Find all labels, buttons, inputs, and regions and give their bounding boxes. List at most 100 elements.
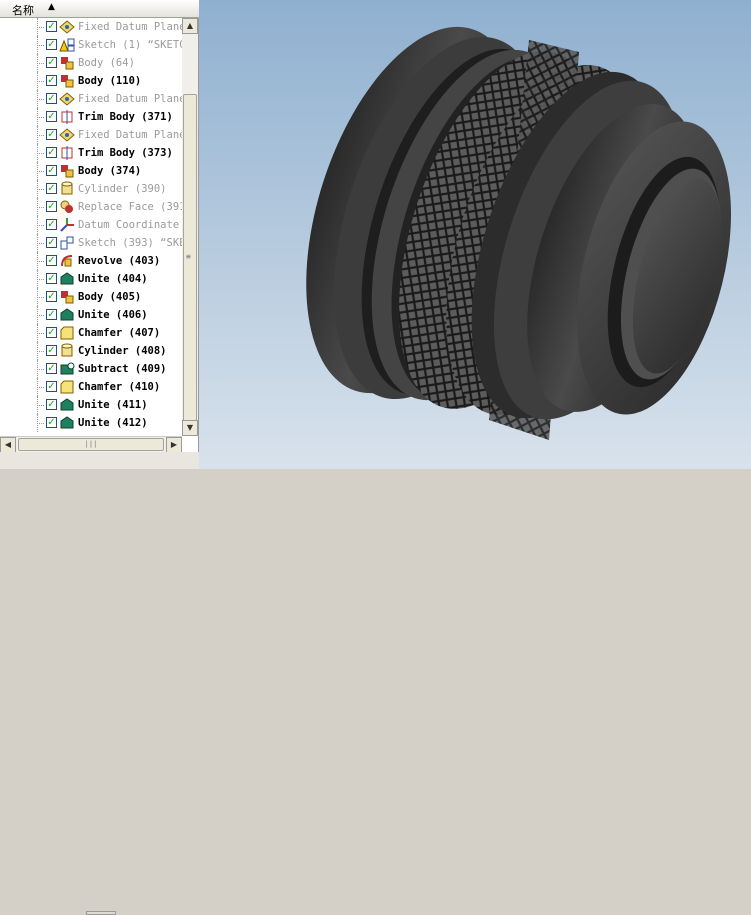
revolve-icon <box>59 253 75 269</box>
panel-footer <box>0 452 199 915</box>
tree-row-label: Unite (411) <box>78 399 148 411</box>
visibility-checkbox[interactable]: ✓ <box>46 129 57 140</box>
visibility-checkbox[interactable]: ✓ <box>46 399 57 410</box>
tree-row-label: Datum Coordinate <box>78 219 180 231</box>
tree-line <box>37 369 44 370</box>
datum-plane-icon <box>59 127 75 143</box>
tree-row[interactable]: ✓ Replace Face (391 <box>0 198 182 216</box>
tree-line <box>37 297 44 298</box>
tree-row-label: Replace Face (391 <box>78 201 182 213</box>
tree-line <box>37 225 44 226</box>
panel-splitter-handle[interactable] <box>86 911 116 915</box>
tree-line <box>37 207 44 208</box>
tree-line <box>37 387 44 388</box>
tree-line <box>37 171 44 172</box>
unite-icon <box>59 415 75 431</box>
tree-row[interactable]: ✓ Sketch (393) “SKE <box>0 234 182 252</box>
visibility-checkbox[interactable]: ✓ <box>46 291 57 302</box>
tree-row[interactable]: ✓ Body (64) <box>0 54 182 72</box>
tree-row[interactable]: ✓ Unite (404) <box>0 270 182 288</box>
visibility-checkbox[interactable]: ✓ <box>46 309 57 320</box>
scroll-right-button[interactable]: ▶ <box>166 437 182 453</box>
visibility-checkbox[interactable]: ✓ <box>46 21 57 32</box>
tree-line <box>37 135 44 136</box>
tree-row-label: Trim Body (371) <box>78 111 173 123</box>
visibility-checkbox[interactable]: ✓ <box>46 147 57 158</box>
scroll-left-button[interactable]: ◀ <box>0 437 16 453</box>
visibility-checkbox[interactable]: ✓ <box>46 381 57 392</box>
visibility-checkbox[interactable]: ✓ <box>46 93 57 104</box>
visibility-checkbox[interactable]: ✓ <box>46 39 57 50</box>
visibility-checkbox[interactable]: ✓ <box>46 417 57 428</box>
cylinder-icon <box>59 343 75 359</box>
visibility-checkbox[interactable]: ✓ <box>46 219 57 230</box>
visibility-checkbox[interactable]: ✓ <box>46 165 57 176</box>
visibility-checkbox[interactable]: ✓ <box>46 57 57 68</box>
tree-row-label: Subtract (409) <box>78 363 167 375</box>
subtract-icon <box>59 361 75 377</box>
datum-coordinate-icon <box>59 217 75 233</box>
tree-row[interactable]: ✓ Chamfer (410) <box>0 378 182 396</box>
tree-row-label: Sketch (1) “SKETC <box>78 39 182 51</box>
tree-row[interactable]: ✓ Sketch (1) “SKETC <box>0 36 182 54</box>
column-name-label: 名称 <box>12 4 34 17</box>
visibility-checkbox[interactable]: ✓ <box>46 201 57 212</box>
tree-line <box>37 63 44 64</box>
tree-row[interactable]: ✓ Body (374) <box>0 162 182 180</box>
tree-row[interactable]: ✓ Unite (406) <box>0 306 182 324</box>
tree-row[interactable]: ✓ Chamfer (407) <box>0 324 182 342</box>
vertical-scroll-thumb[interactable]: ≡ <box>183 94 197 434</box>
3d-viewport[interactable] <box>199 0 751 469</box>
tree-row[interactable]: ✓ Trim Body (371) <box>0 108 182 126</box>
tree-row-label: Chamfer (407) <box>78 327 161 339</box>
tree-row[interactable]: ✓ Fixed Datum Plane <box>0 18 182 36</box>
tree-row-label: Fixed Datum Plane <box>78 21 182 33</box>
visibility-checkbox[interactable]: ✓ <box>46 345 57 356</box>
scroll-up-button[interactable]: ▲ <box>182 18 198 34</box>
visibility-checkbox[interactable]: ✓ <box>46 273 57 284</box>
tree-line <box>37 279 44 280</box>
visibility-checkbox[interactable]: ✓ <box>46 111 57 122</box>
tree-row-label: Chamfer (410) <box>78 381 161 393</box>
horizontal-scroll-thumb[interactable]: ||| <box>18 438 164 451</box>
vertical-scrollbar[interactable]: ▲ ≡ ▼ <box>182 18 198 436</box>
chamfer-icon <box>59 379 75 395</box>
tree-row-label: Fixed Datum Plane <box>78 93 182 105</box>
tree-line <box>37 153 44 154</box>
tree-line <box>37 189 44 190</box>
tree-row[interactable]: ✓ Trim Body (373) <box>0 144 182 162</box>
tree-column-header[interactable]: 名称 ▲ <box>0 0 199 18</box>
visibility-checkbox[interactable]: ✓ <box>46 75 57 86</box>
scroll-down-button[interactable]: ▼ <box>182 420 198 436</box>
visibility-checkbox[interactable]: ✓ <box>46 363 57 374</box>
tree-row-label: Unite (404) <box>78 273 148 285</box>
tree-line <box>37 243 44 244</box>
trim-body-icon <box>59 109 75 125</box>
tree-row[interactable]: ✓ Datum Coordinate <box>0 216 182 234</box>
tree-row[interactable]: ✓ Body (405) <box>0 288 182 306</box>
tree-row[interactable]: ✓ Revolve (403) <box>0 252 182 270</box>
tree-row-label: Body (405) <box>78 291 142 303</box>
tree-line <box>37 27 44 28</box>
tree-row[interactable]: ✓ Subtract (409) <box>0 360 182 378</box>
datum-plane-icon <box>59 19 75 35</box>
tree-row[interactable]: ✓ Fixed Datum Plane <box>0 90 182 108</box>
tree-row[interactable]: ✓ Unite (411) <box>0 396 182 414</box>
body-icon <box>59 289 75 305</box>
sketch-warning-icon <box>59 37 75 53</box>
tree-row-label: Body (64) <box>78 57 135 69</box>
cylinder-icon <box>59 181 75 197</box>
tree-row[interactable]: ✓ Unite (412) <box>0 414 182 432</box>
tree-row[interactable]: ✓ Fixed Datum Plane <box>0 126 182 144</box>
tree-line <box>37 315 44 316</box>
knurled-roller-model[interactable] <box>199 0 751 469</box>
visibility-checkbox[interactable]: ✓ <box>46 327 57 338</box>
tree-row[interactable]: ✓ Cylinder (390) <box>0 180 182 198</box>
visibility-checkbox[interactable]: ✓ <box>46 183 57 194</box>
tree-row[interactable]: ✓ Cylinder (408) <box>0 342 182 360</box>
visibility-checkbox[interactable]: ✓ <box>46 237 57 248</box>
horizontal-scrollbar[interactable]: ◀ ||| ▶ <box>0 436 182 453</box>
tree-row[interactable]: ✓ Body (110) <box>0 72 182 90</box>
visibility-checkbox[interactable]: ✓ <box>46 255 57 266</box>
tree-line <box>37 405 44 406</box>
